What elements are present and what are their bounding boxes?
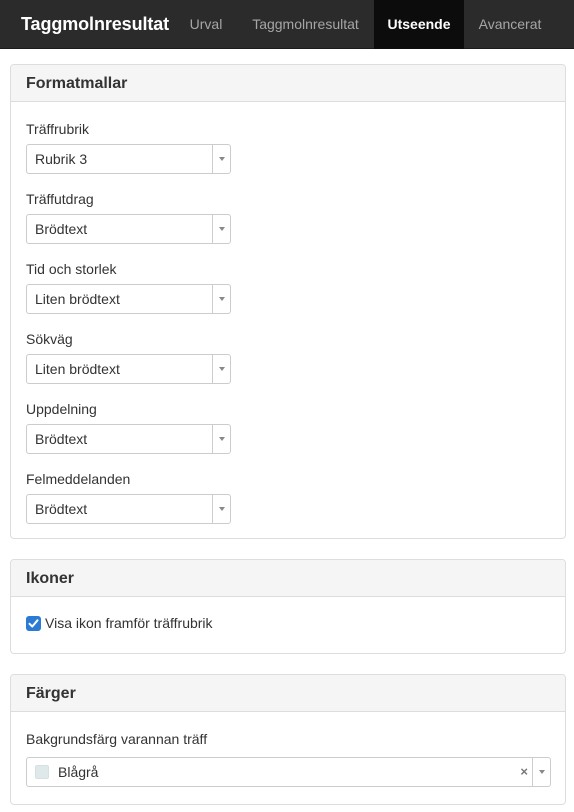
select-uppdelning[interactable]: Brödtext <box>26 424 231 454</box>
tab-avancerat[interactable]: Avancerat <box>465 0 555 49</box>
select-value: Brödtext <box>35 501 88 517</box>
select-traffutdrag[interactable]: Brödtext <box>26 214 231 244</box>
tab-utseende[interactable]: Utseende <box>374 0 464 49</box>
clear-icon[interactable]: × <box>520 758 528 786</box>
color-swatch <box>35 765 49 779</box>
label-sokvag: Sökväg <box>26 331 73 347</box>
panel-title-farger: Färger <box>11 675 565 712</box>
chevron-down-icon[interactable] <box>212 355 230 383</box>
panel-title-ikoner: Ikoner <box>11 560 565 597</box>
checkmark-icon <box>28 619 39 628</box>
app-brand[interactable]: Taggmolnresultat <box>21 0 169 49</box>
tab-taggmolnresultat[interactable]: Taggmolnresultat <box>238 0 373 49</box>
select-value: Liten brödtext <box>35 361 120 377</box>
select-felmeddelanden[interactable]: Brödtext <box>26 494 231 524</box>
select-sokvag[interactable]: Liten brödtext <box>26 354 231 384</box>
panel-title-formatmallar: Formatmallar <box>11 65 565 102</box>
select-tid-och-storlek[interactable]: Liten brödtext <box>26 284 231 314</box>
chevron-down-icon[interactable] <box>212 145 230 173</box>
show-icon-label[interactable]: Visa ikon framför träffrubrik <box>45 615 213 631</box>
formatmallar-panel: Formatmallar Träffrubrik Rubrik 3 Träffu… <box>10 64 566 539</box>
select-value: Brödtext <box>35 221 88 237</box>
select-value: Rubrik 3 <box>35 151 88 167</box>
top-navbar: Taggmolnresultat Urval Taggmolnresultat … <box>0 0 574 49</box>
chevron-down-icon[interactable] <box>212 215 230 243</box>
chevron-down-icon[interactable] <box>212 495 230 523</box>
label-felmeddelanden: Felmeddelanden <box>26 471 131 487</box>
select-bakgrundsfarg[interactable]: Blågrå × <box>26 757 551 787</box>
chevron-down-icon[interactable] <box>212 285 230 313</box>
label-bakgrundsfarg: Bakgrundsfärg varannan träff <box>26 731 208 747</box>
tab-urval[interactable]: Urval <box>175 0 237 49</box>
label-uppdelning: Uppdelning <box>26 401 97 417</box>
chevron-down-icon[interactable] <box>212 425 230 453</box>
label-traffutdrag: Träffutdrag <box>26 191 94 207</box>
farger-panel: Färger Bakgrundsfärg varannan träff Blåg… <box>10 674 566 805</box>
chevron-down-icon[interactable] <box>532 758 550 786</box>
label-tid-och-storlek: Tid och storlek <box>26 261 117 277</box>
label-traffrubrik: Träffrubrik <box>26 121 90 137</box>
select-value: Liten brödtext <box>35 291 120 307</box>
ikoner-panel: Ikoner Visa ikon framför träffrubrik <box>10 559 566 654</box>
select-traffrubrik[interactable]: Rubrik 3 <box>26 144 231 174</box>
select-value: Blågrå <box>58 764 99 780</box>
select-value: Brödtext <box>35 431 88 447</box>
show-icon-checkbox[interactable] <box>26 616 41 631</box>
